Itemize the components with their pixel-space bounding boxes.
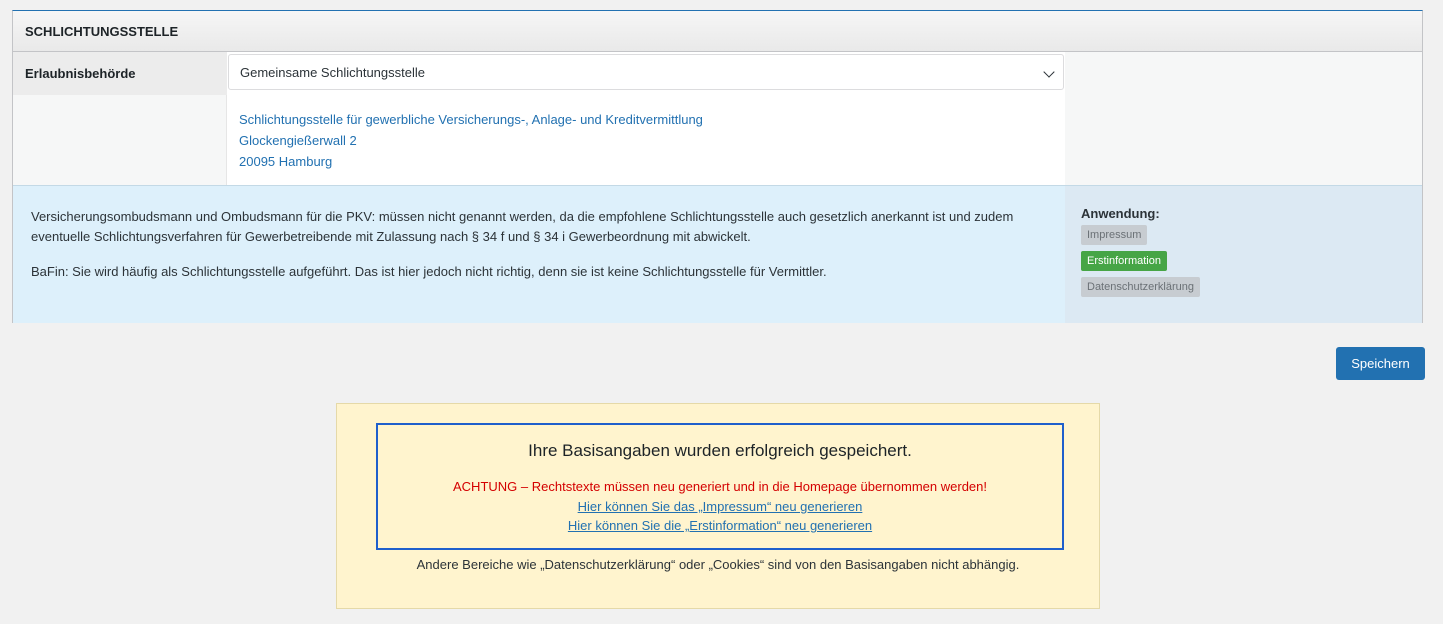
notice-highlight-box: Ihre Basisangaben wurden erfolgreich ges… [376,423,1064,550]
address-line-city: 20095 Hamburg [239,154,333,169]
address-row: Schlichtungsstelle für gewerbliche Versi… [13,95,1422,185]
save-button[interactable]: Speichern [1336,347,1425,380]
notice-heading: Ihre Basisangaben wurden erfolgreich ges… [528,441,912,460]
panel-title: SCHLICHTUNGSSTELLE [13,11,1422,52]
empty-cell [1065,95,1422,185]
authority-select-cell: Gemeinsame Schlichtungsstelle [227,52,1065,95]
info-paragraph-ombudsmann: Versicherungsombudsmann und Ombudsmann f… [31,209,1014,244]
empty-label-cell [13,95,227,185]
empty-cell [1065,52,1422,95]
chevron-down-icon [1043,66,1055,78]
badge-datenschutzerklaerung: Datenschutzerklärung [1081,277,1201,297]
schlichtungsstelle-panel: SCHLICHTUNGSSTELLE Erlaubnisbehörde Geme… [12,10,1423,323]
success-notice: Ihre Basisangaben wurden erfolgreich ges… [336,403,1100,609]
address-block: Schlichtungsstelle für gewerbliche Versi… [227,95,1065,185]
info-row: Versicherungsombudsmann und Ombudsmann f… [13,185,1422,323]
info-text: Versicherungsombudsmann und Ombudsmann f… [13,186,1065,323]
authority-label: Erlaubnisbehörde [13,52,227,95]
notice-footer: Andere Bereiche wie „Datenschutzerklärun… [416,557,1020,572]
info-paragraph-bafin: BaFin: Sie wird häufig als Schlichtungss… [31,264,827,279]
authority-row: Erlaubnisbehörde Gemeinsame Schlichtungs… [13,52,1422,95]
address-line-street: Glockengießerwall 2 [239,133,357,148]
usage-title: Anwendung: [1081,206,1160,221]
authority-select[interactable]: Gemeinsame Schlichtungsstelle [228,54,1064,90]
address-line-name: Schlichtungsstelle für gewerbliche Versi… [239,112,703,127]
notice-warning: ACHTUNG – Rechtstexte müssen neu generie… [453,479,987,494]
usage-cell: Anwendung: Impressum Erstinformation Dat… [1065,186,1422,323]
authority-select-value: Gemeinsame Schlichtungsstelle [240,64,425,80]
badge-impressum: Impressum [1081,225,1148,245]
badge-erstinformation: Erstinformation [1081,251,1167,271]
regenerate-impressum-link[interactable]: Hier können Sie das „Impressum“ neu gene… [378,497,1062,516]
regenerate-erstinformation-link[interactable]: Hier können Sie die „Erstinformation“ ne… [378,516,1062,535]
